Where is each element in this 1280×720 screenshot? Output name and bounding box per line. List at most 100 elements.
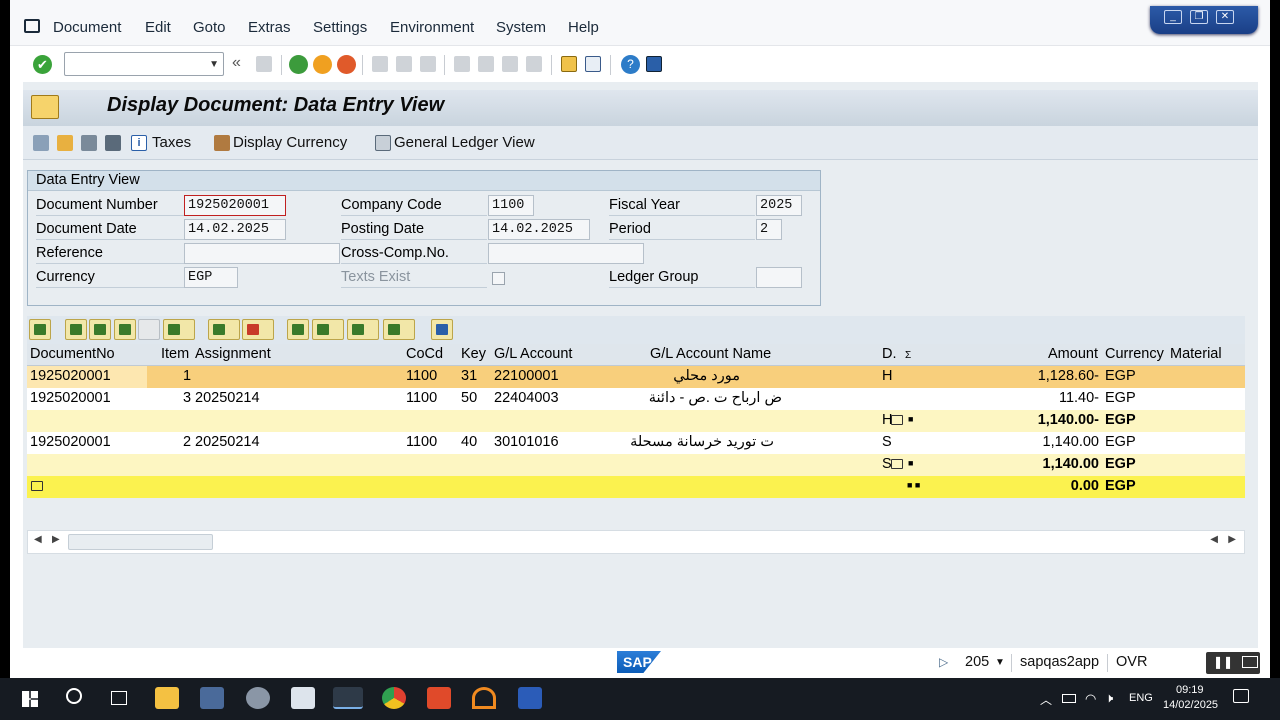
posting-date-field[interactable]: 14.02.2025 [488, 219, 590, 240]
cross-comp-field[interactable] [488, 243, 644, 264]
col-debit-credit[interactable]: D. [882, 346, 897, 362]
clock-time[interactable]: 09:19 [1176, 684, 1204, 696]
document-overview-icon[interactable] [57, 135, 73, 151]
find-next-icon[interactable] [420, 56, 436, 72]
shortcut-icon[interactable] [585, 56, 601, 72]
display-currency-button[interactable]: Display Currency [233, 134, 347, 151]
help-icon[interactable]: ? [621, 55, 640, 74]
col-cocd[interactable]: CoCd [406, 346, 443, 362]
save-icon[interactable] [256, 56, 272, 72]
status-expand-icon[interactable]: ▷ [939, 655, 948, 669]
print-icon[interactable] [372, 56, 388, 72]
menu-settings[interactable]: Settings [313, 19, 367, 36]
find-icon[interactable] [396, 56, 412, 72]
search-icon[interactable] [66, 688, 82, 704]
scroll-left-icon[interactable]: ◀ [34, 534, 42, 545]
calculator-icon[interactable] [200, 687, 224, 709]
previous-page-icon[interactable] [478, 56, 494, 72]
close-icon[interactable]: ✕ [1216, 10, 1234, 24]
table-row[interactable]: 1925020001 1 1100 31 22100001 مورد محلي … [27, 366, 1245, 388]
command-field[interactable]: ▼ [64, 52, 224, 76]
print-icon[interactable] [105, 135, 121, 151]
clock-date[interactable]: 14/02/2025 [1163, 699, 1218, 711]
back-icon[interactable] [289, 55, 308, 74]
menu-document[interactable]: Document [53, 19, 121, 36]
customize-layout-icon[interactable] [646, 56, 662, 72]
snipping-tool-icon[interactable] [427, 687, 451, 709]
change-display-icon[interactable] [33, 135, 49, 151]
restore-icon[interactable]: ❐ [1190, 10, 1208, 24]
period-field[interactable]: 2 [756, 219, 782, 240]
table-row[interactable]: 1925020001 2 20250214 1100 40 30101016 ت… [27, 432, 1245, 454]
document-number-field[interactable]: 1925020001 [184, 195, 286, 216]
col-item[interactable]: Item [161, 346, 189, 362]
horizontal-scrollbar[interactable]: ◀ ▶ ◀ ▶ [27, 530, 1245, 554]
details-icon[interactable] [29, 319, 51, 340]
col-sum-marker[interactable]: Σ [905, 350, 911, 361]
filter-icon[interactable] [163, 319, 195, 340]
word-icon[interactable] [518, 687, 542, 709]
pause-icon[interactable]: ❚❚ [1213, 655, 1233, 669]
company-code-field[interactable]: 1100 [488, 195, 534, 216]
find-next-icon[interactable] [138, 319, 160, 340]
cancel-icon[interactable] [337, 55, 356, 74]
layout-icon[interactable] [383, 319, 415, 340]
scroll-right-end-icon[interactable]: ▶ [1228, 534, 1236, 545]
export-icon[interactable] [347, 319, 379, 340]
col-key[interactable]: Key [461, 346, 486, 362]
start-icon[interactable] [22, 691, 38, 707]
insert-mode[interactable]: OVR [1116, 654, 1147, 670]
currency-field[interactable]: EGP [184, 267, 238, 288]
ledger-group-field[interactable] [756, 267, 802, 288]
minimize-icon[interactable]: _ [1164, 10, 1182, 24]
sap-logon-icon[interactable] [246, 687, 270, 709]
task-view-icon[interactable] [111, 691, 127, 705]
total-row[interactable]: ■ ■ 0.00 EGP [27, 476, 1245, 498]
menu-goto[interactable]: Goto [193, 19, 226, 36]
mail-icon[interactable] [291, 687, 315, 709]
notifications-icon[interactable] [1233, 689, 1249, 703]
scroll-left-end-icon[interactable]: ◀ [1210, 534, 1218, 545]
next-page-icon[interactable] [502, 56, 518, 72]
views-icon[interactable] [312, 319, 344, 340]
menu-extras[interactable]: Extras [248, 19, 291, 36]
first-page-icon[interactable] [454, 56, 470, 72]
last-page-icon[interactable] [526, 56, 542, 72]
col-currency[interactable]: Currency [1105, 346, 1164, 362]
volume-icon[interactable]: 🕨 [1105, 690, 1113, 706]
table-row[interactable]: 1925020001 3 20250214 1100 50 22404003 ض… [27, 388, 1245, 410]
create-session-icon[interactable] [561, 56, 577, 72]
information-icon[interactable] [431, 319, 453, 340]
language-indicator[interactable]: ENG [1129, 692, 1153, 704]
sap-gui-taskbar-icon[interactable] [333, 687, 363, 709]
exit-icon[interactable] [313, 55, 332, 74]
fiscal-year-field[interactable]: 2025 [756, 195, 802, 216]
general-ledger-view-button[interactable]: General Ledger View [394, 134, 535, 151]
menu-environment[interactable]: Environment [390, 19, 474, 36]
col-material[interactable]: Material [1170, 346, 1222, 362]
sort-descending-icon[interactable] [89, 319, 111, 340]
battery-icon[interactable] [1062, 694, 1076, 703]
subtotal-row[interactable]: H ■ 1,140.00- EGP [27, 410, 1245, 432]
chevron-down-icon[interactable]: ▼ [995, 657, 1005, 668]
col-amount[interactable]: Amount [1048, 346, 1098, 362]
menu-help[interactable]: Help [568, 19, 599, 36]
file-explorer-icon[interactable] [155, 687, 179, 709]
taxes-button[interactable]: Taxes [152, 134, 191, 151]
document-date-field[interactable]: 14.02.2025 [184, 219, 286, 240]
scroll-right-icon[interactable]: ▶ [52, 534, 60, 545]
col-documentno[interactable]: DocumentNo [30, 346, 115, 362]
subtotal-icon[interactable] [242, 319, 274, 340]
col-gl-account[interactable]: G/L Account [494, 346, 572, 362]
texts-exist-checkbox[interactable] [492, 272, 505, 285]
find-icon[interactable] [114, 319, 136, 340]
chrome-icon[interactable] [382, 687, 406, 709]
subtotal-row[interactable]: S ■ 1,140.00 EGP [27, 454, 1245, 476]
headset-icon[interactable] [472, 687, 496, 709]
chevron-down-icon[interactable]: ▼ [209, 59, 219, 70]
collapse-icon[interactable]: « [232, 54, 241, 72]
reference-field[interactable] [184, 243, 340, 264]
sum-icon[interactable] [208, 319, 240, 340]
wifi-icon[interactable]: ◠ [1085, 691, 1096, 707]
picture-icon[interactable] [1242, 656, 1258, 668]
